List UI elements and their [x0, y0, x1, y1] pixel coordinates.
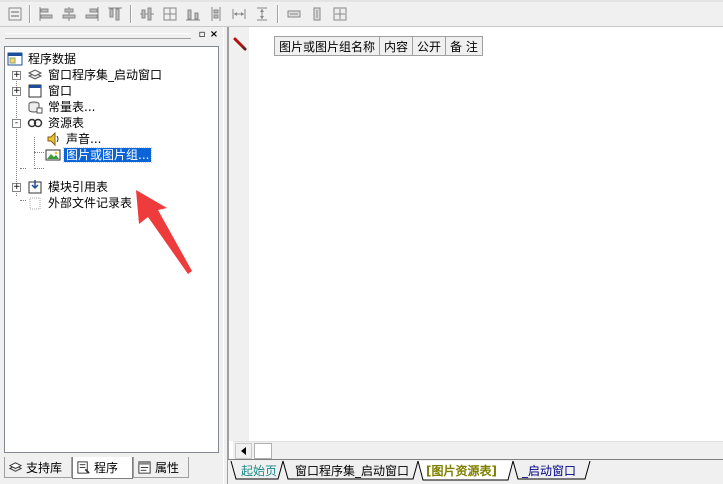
- scroll-left-button[interactable]: [235, 443, 252, 459]
- picture-resource-table: 图片或图片组名称 内容 公开 备 注: [273, 36, 483, 56]
- panel-tabs: 支持库 程序 属性: [4, 457, 219, 479]
- toolbar-edge: [0, 0, 723, 2]
- project-panel: ▫ × 程序数据 + 窗口程序集_启动窗口 + 窗口 常量表... - 资源表 …: [0, 27, 223, 484]
- column-header-content[interactable]: 内容: [379, 36, 414, 56]
- column-header-public[interactable]: 公开: [412, 36, 447, 56]
- sound-icon: [45, 131, 61, 147]
- tree-line: [20, 200, 26, 201]
- panel-grip: [5, 33, 191, 39]
- tree-item-constants[interactable]: 常量表...: [27, 99, 97, 115]
- align-center-v-icon[interactable]: [59, 4, 79, 24]
- program-data-icon: [7, 51, 23, 67]
- tree-item-assembly[interactable]: 窗口程序集_启动窗口: [27, 67, 164, 83]
- tree-root-label: 程序数据: [28, 52, 77, 66]
- tab-properties[interactable]: 属性: [133, 457, 189, 478]
- tree-item-picture[interactable]: 图片或图片组...: [45, 147, 153, 163]
- expand-toggle[interactable]: +: [12, 183, 21, 192]
- program-tree[interactable]: 程序数据 + 窗口程序集_启动窗口 + 窗口 常量表... - 资源表 声音..…: [4, 46, 219, 453]
- tab-program[interactable]: 程序: [72, 457, 133, 479]
- distribute-v-icon[interactable]: [206, 4, 226, 24]
- align-top-icon[interactable]: [105, 4, 125, 24]
- toolbar-separator: [130, 5, 132, 23]
- tree-line: [34, 152, 44, 153]
- tree-item-window[interactable]: 窗口: [27, 83, 74, 99]
- tree-item-label: 外部文件记录表: [48, 196, 133, 210]
- same-width-icon[interactable]: [229, 4, 249, 24]
- form-icon[interactable]: [5, 4, 25, 24]
- distribute-h-icon[interactable]: [183, 4, 203, 24]
- pencil-icon: [233, 37, 247, 51]
- align-right-icon[interactable]: [82, 4, 102, 24]
- window-icon: [27, 83, 43, 99]
- align-middle-icon[interactable]: [137, 4, 157, 24]
- tab-startup-window[interactable]: _启动窗口: [522, 461, 576, 480]
- arrow-left-icon: [240, 447, 246, 455]
- column-header-note[interactable]: 备 注: [445, 36, 483, 56]
- program-icon: [77, 461, 90, 474]
- tree-line: [20, 168, 26, 169]
- tree-item-module[interactable]: 模块引用表: [27, 179, 110, 195]
- close-button[interactable]: ×: [208, 29, 220, 41]
- tab-window-assembly[interactable]: 窗口程序集_启动窗口: [295, 461, 409, 480]
- layout-toolbar: [0, 0, 723, 27]
- scroll-thumb[interactable]: [254, 443, 272, 459]
- library-icon: [8, 461, 23, 472]
- tree-item-sound[interactable]: 声音...: [45, 131, 103, 147]
- document-tabs: 起始页 窗口程序集_启动窗口 [图片资源表] _启动窗口: [228, 459, 723, 484]
- tab-label: 支持库: [26, 460, 63, 475]
- assembly-icon: [27, 67, 43, 83]
- resource-editor[interactable]: 图片或图片组名称 内容 公开 备 注: [228, 27, 723, 459]
- column-header-name[interactable]: 图片或图片组名称: [273, 36, 381, 56]
- tree-item-label: 声音...: [66, 132, 102, 146]
- align-bottom-icon[interactable]: [160, 4, 180, 24]
- file-record-icon: [27, 195, 43, 211]
- expand-toggle[interactable]: +: [12, 87, 21, 96]
- pin-button[interactable]: ▫: [196, 29, 208, 41]
- tree-item-label: 窗口程序集_启动窗口: [48, 68, 163, 82]
- tab-label: 属性: [155, 460, 180, 475]
- tab-picture-resources[interactable]: [图片资源表]: [426, 461, 497, 480]
- module-icon: [27, 179, 43, 195]
- tree-item-file-record[interactable]: 外部文件记录表: [27, 195, 134, 211]
- tab-label: 程序: [94, 461, 119, 475]
- horizontal-scrollbar[interactable]: [233, 441, 723, 459]
- toolbar-separator: [277, 5, 279, 23]
- resources-icon: [27, 115, 43, 131]
- tree-line: [34, 168, 44, 169]
- editor-gutter: [229, 27, 249, 441]
- ide-window: ▫ × 程序数据 + 窗口程序集_启动窗口 + 窗口 常量表... - 资源表 …: [0, 0, 723, 484]
- expand-toggle[interactable]: +: [12, 71, 21, 80]
- toolbar-separator: [29, 5, 31, 23]
- properties-icon: [138, 460, 151, 474]
- annotation-arrow-icon: [136, 190, 192, 274]
- table-header-row: 图片或图片组名称 内容 公开 备 注: [273, 36, 483, 56]
- tree-item-label: 窗口: [48, 84, 73, 98]
- center-v-icon[interactable]: [307, 4, 327, 24]
- tree-item-label: 常量表...: [48, 100, 96, 114]
- collapse-toggle[interactable]: -: [12, 119, 21, 128]
- tree-item-label: 资源表: [48, 116, 85, 130]
- same-height-icon[interactable]: [252, 4, 272, 24]
- tree-item-label: 模块引用表: [48, 180, 109, 194]
- same-size-icon[interactable]: [284, 4, 304, 24]
- panel-titlebar[interactable]: ▫ ×: [3, 29, 221, 43]
- tree-item-label-selected: 图片或图片组...: [62, 147, 153, 163]
- align-left-icon[interactable]: [36, 4, 56, 24]
- tree-root[interactable]: 程序数据: [7, 51, 78, 67]
- constants-icon: [27, 99, 43, 115]
- tab-start-page[interactable]: 起始页: [241, 461, 277, 480]
- tab-library[interactable]: 支持库: [4, 457, 72, 478]
- picture-icon: [45, 147, 61, 163]
- tree-item-resources[interactable]: 资源表: [27, 115, 86, 131]
- center-both-icon[interactable]: [330, 4, 350, 24]
